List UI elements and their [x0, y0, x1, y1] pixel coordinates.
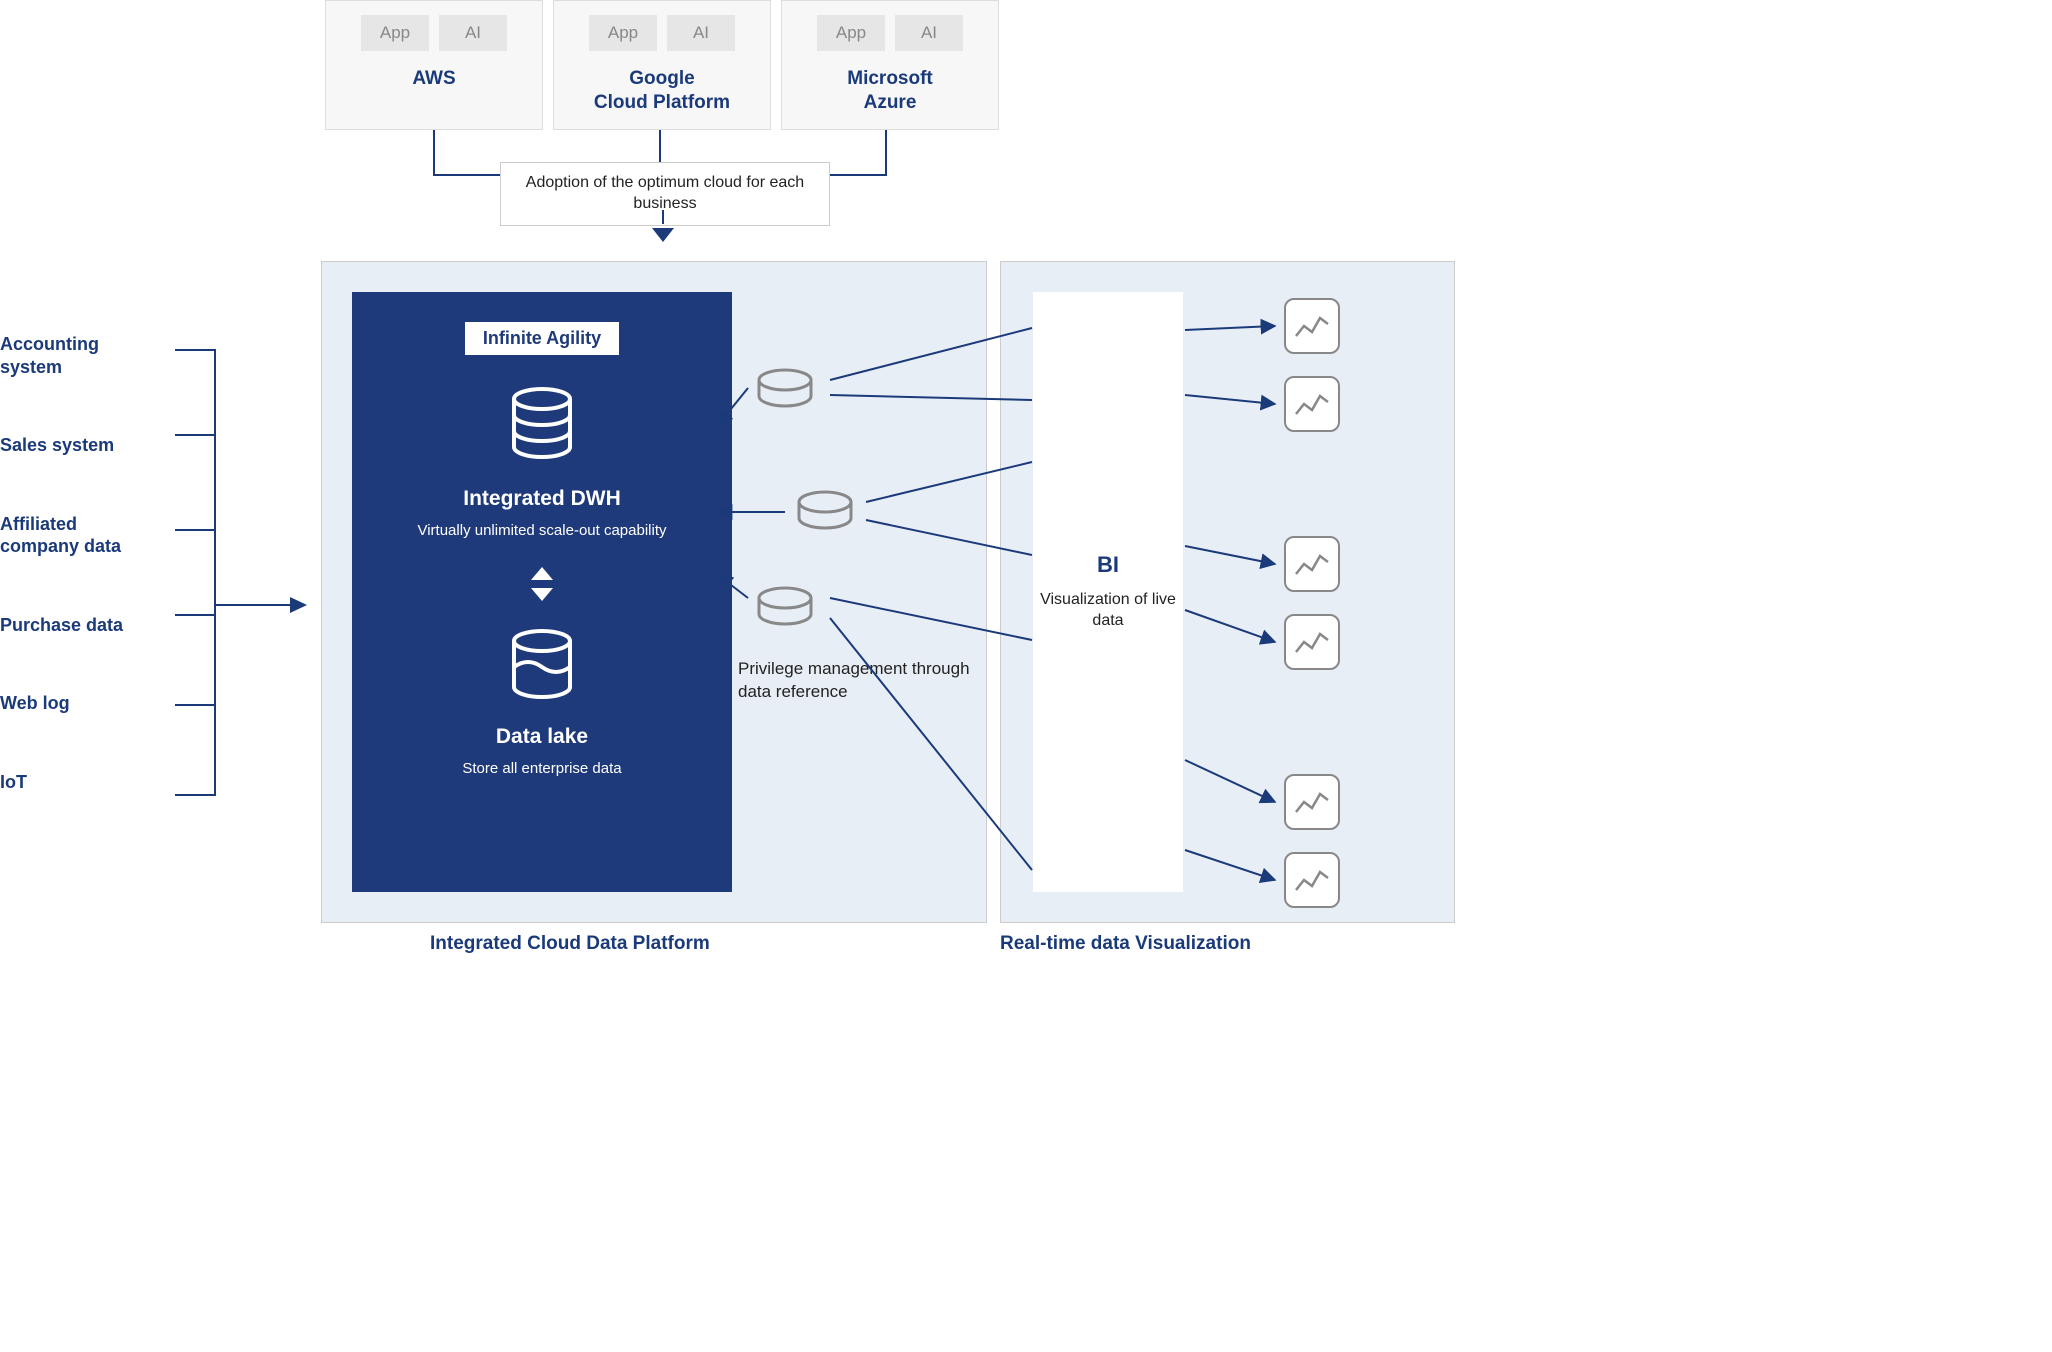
bidirectional-arrow-icon — [528, 567, 556, 601]
visualization-panel: BI Visualization of live data — [1000, 261, 1455, 923]
agility-badge: Infinite Agility — [465, 322, 619, 355]
database-stack-icon — [500, 385, 584, 469]
ai-badge: AI — [439, 15, 507, 51]
app-badge: App — [589, 15, 657, 51]
dwh-title: Integrated DWH — [463, 487, 621, 511]
cloud-badges: App AI — [361, 15, 507, 51]
bi-box: BI Visualization of live data — [1033, 292, 1183, 892]
cloud-name: Google Cloud Platform — [594, 67, 730, 115]
lake-title: Data lake — [496, 725, 588, 749]
cloud-providers-row: App AI AWS App AI Google Cloud Platform … — [325, 0, 999, 130]
cloud-card-azure: App AI Microsoft Azure — [781, 0, 999, 130]
cloud-name: Microsoft Azure — [847, 67, 933, 115]
source-sales: Sales system — [0, 434, 200, 457]
viz-label: Real-time data Visualization — [1000, 933, 1251, 955]
cloud-badges: App AI — [817, 15, 963, 51]
cloud-card-gcp: App AI Google Cloud Platform — [553, 0, 771, 130]
cloud-card-aws: App AI AWS — [325, 0, 543, 130]
ai-badge: AI — [895, 15, 963, 51]
platform-container: Infinite Agility Integrated DWH Virtuall… — [321, 261, 987, 923]
dwh-subtitle: Virtually unlimited scale-out capability — [417, 521, 666, 541]
cloud-badges: App AI — [589, 15, 735, 51]
app-badge: App — [817, 15, 885, 51]
data-lake-icon — [500, 627, 584, 707]
disk-icon — [790, 490, 860, 532]
disk-icon — [750, 368, 820, 410]
chart-tile-icon — [1284, 376, 1340, 432]
chart-tile-icon — [1284, 298, 1340, 354]
source-affiliated: Affiliated company data — [0, 513, 150, 558]
ai-badge: AI — [667, 15, 735, 51]
cloud-name: AWS — [412, 67, 455, 91]
app-badge: App — [361, 15, 429, 51]
agility-panel: Infinite Agility Integrated DWH Virtuall… — [352, 292, 732, 892]
arrow-down-icon — [648, 210, 678, 246]
source-accounting: Accounting system — [0, 333, 120, 378]
platform-label: Integrated Cloud Data Platform — [430, 933, 710, 955]
lake-subtitle: Store all enterprise data — [462, 759, 621, 779]
bi-title: BI — [1097, 552, 1119, 578]
privilege-note: Privilege management through data refere… — [738, 658, 973, 704]
source-weblog: Web log — [0, 692, 200, 715]
disk-icon — [750, 586, 820, 628]
source-iot: IoT — [0, 771, 200, 794]
chart-tile-icon — [1284, 774, 1340, 830]
bi-subtitle: Visualization of live data — [1033, 590, 1183, 632]
sources-list: Accounting system Sales system Affiliate… — [0, 333, 200, 849]
source-purchase: Purchase data — [0, 614, 200, 637]
chart-tile-icon — [1284, 614, 1340, 670]
chart-tile-icon — [1284, 852, 1340, 908]
chart-tile-icon — [1284, 536, 1340, 592]
